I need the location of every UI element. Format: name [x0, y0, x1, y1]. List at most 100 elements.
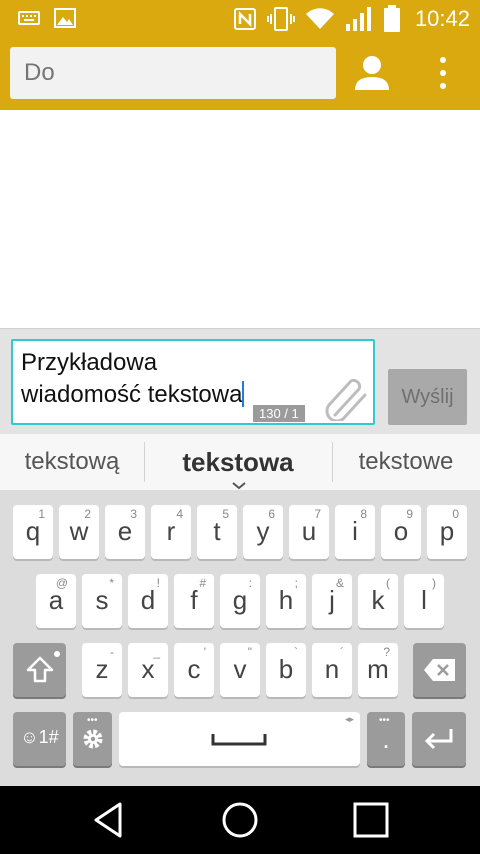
- nfc-icon: [233, 7, 257, 31]
- more-dots: •••: [87, 715, 98, 726]
- contact-icon: [352, 56, 392, 98]
- key-v[interactable]: " v: [220, 643, 260, 697]
- contact-picker-button[interactable]: [352, 52, 392, 94]
- key-label: p: [439, 516, 455, 546]
- keyboard-icon: [18, 8, 40, 28]
- shift-key[interactable]: [13, 643, 66, 697]
- keyboard: 1q 2w 3e 4r 5t 6y 7u 8i 9o 0p @ a * s ! d #…: [0, 490, 480, 786]
- signal-icon: [345, 6, 373, 32]
- key-label: .: [382, 724, 390, 754]
- key-c[interactable]: ' c: [174, 643, 214, 697]
- vibrate-icon: [266, 5, 295, 33]
- key-g[interactable]: :g: [220, 574, 260, 628]
- clock: 10:42: [414, 6, 470, 31]
- message-input[interactable]: Przykładowa wiadomość tekstowa 130 / 1: [11, 339, 375, 425]
- key-label: c: [187, 654, 201, 684]
- recents-icon: [346, 802, 396, 846]
- key-label: y: [256, 516, 270, 546]
- backspace-icon: [423, 657, 457, 688]
- key-z[interactable]: -z: [82, 643, 122, 697]
- key-i[interactable]: 8i: [335, 505, 375, 559]
- key-q[interactable]: 1q: [13, 505, 53, 559]
- navigation-bar: [0, 786, 480, 854]
- key-label: x: [141, 654, 155, 684]
- key-m[interactable]: ? m: [358, 643, 398, 697]
- key-t[interactable]: 5t: [197, 505, 237, 559]
- shift-icon: [25, 655, 55, 690]
- key-n[interactable]: ´ n: [312, 643, 352, 697]
- word-suggestions: tekstową tekstowa tekstowe: [0, 434, 480, 490]
- paperclip-icon: [321, 378, 371, 425]
- key-d[interactable]: ! d: [128, 574, 168, 628]
- text-cursor: [242, 381, 245, 407]
- key-a[interactable]: @ a: [36, 574, 76, 628]
- key-label: l: [421, 585, 427, 615]
- key-y[interactable]: 6y: [243, 505, 283, 559]
- overflow-menu-button[interactable]: [428, 52, 458, 94]
- send-button[interactable]: Wyślij: [388, 369, 467, 425]
- key-label: j: [329, 585, 335, 615]
- back-button[interactable]: [84, 798, 134, 842]
- key-f[interactable]: # f: [174, 574, 214, 628]
- recents-button[interactable]: [346, 798, 396, 842]
- character-counter: 130 / 1: [253, 405, 305, 422]
- period-key[interactable]: ••• .: [367, 712, 405, 766]
- cursor-arrows: ◂▸: [344, 714, 354, 724]
- conversation-area: [0, 110, 480, 328]
- space-bar-icon: [211, 732, 267, 751]
- key-r[interactable]: 4r: [151, 505, 191, 559]
- key-label: t: [213, 516, 221, 546]
- enter-key[interactable]: [412, 712, 466, 766]
- key-label: f: [190, 585, 198, 615]
- key-label: q: [25, 516, 41, 546]
- key-k[interactable]: (k: [358, 574, 398, 628]
- message-text-line: Przykładowa: [21, 349, 158, 376]
- key-s[interactable]: * s: [82, 574, 122, 628]
- key-label: o: [393, 516, 409, 546]
- key-label: m: [367, 654, 389, 684]
- key-label: n: [324, 654, 340, 684]
- image-icon: [54, 8, 76, 28]
- recipient-input[interactable]: [10, 47, 336, 99]
- wifi-icon: [305, 7, 335, 31]
- home-icon: [215, 802, 265, 846]
- key-o[interactable]: 9o: [381, 505, 421, 559]
- key-x[interactable]: _ x: [128, 643, 168, 697]
- key-label: h: [278, 585, 294, 615]
- key-j[interactable]: & j: [312, 574, 352, 628]
- key-label: ☺1#: [20, 727, 59, 747]
- home-button[interactable]: [215, 798, 265, 842]
- message-text-line-content: wiadomość tekstowa: [21, 381, 243, 408]
- key-label: b: [278, 654, 294, 684]
- key-label: u: [301, 516, 317, 546]
- key-label: v: [233, 654, 247, 684]
- key-label: a: [48, 585, 64, 615]
- symbols-key[interactable]: ☺1#: [13, 712, 66, 766]
- overflow-menu-icon: [428, 57, 458, 98]
- enter-icon: [423, 727, 455, 756]
- key-label: r: [166, 516, 176, 546]
- message-text: Przykładowa wiadomość tekstowa: [21, 347, 321, 411]
- key-label: i: [352, 516, 358, 546]
- key-label: w: [69, 516, 89, 546]
- key-label: k: [371, 585, 385, 615]
- shift-indicator: [54, 651, 60, 657]
- gear-icon: [81, 727, 105, 756]
- key-u[interactable]: 7u: [289, 505, 329, 559]
- key-w[interactable]: 2w: [59, 505, 99, 559]
- settings-key[interactable]: •••: [73, 712, 112, 766]
- key-label: g: [232, 585, 248, 615]
- compose-bar: Przykładowa wiadomość tekstowa 130 / 1 W…: [0, 328, 480, 434]
- backspace-key[interactable]: [413, 643, 466, 697]
- key-b[interactable]: ` b: [266, 643, 306, 697]
- key-h[interactable]: ; h: [266, 574, 306, 628]
- recipient-bar: [0, 38, 480, 110]
- key-p[interactable]: 0p: [427, 505, 467, 559]
- suggestion-item[interactable]: tekstową: [0, 434, 144, 490]
- status-bar: 10:42: [0, 0, 480, 38]
- space-key[interactable]: ◂▸: [119, 712, 360, 766]
- key-e[interactable]: 3e: [105, 505, 145, 559]
- suggestion-item[interactable]: tekstowe: [332, 434, 480, 490]
- attach-button[interactable]: [321, 375, 371, 423]
- key-l[interactable]: ) l: [404, 574, 444, 628]
